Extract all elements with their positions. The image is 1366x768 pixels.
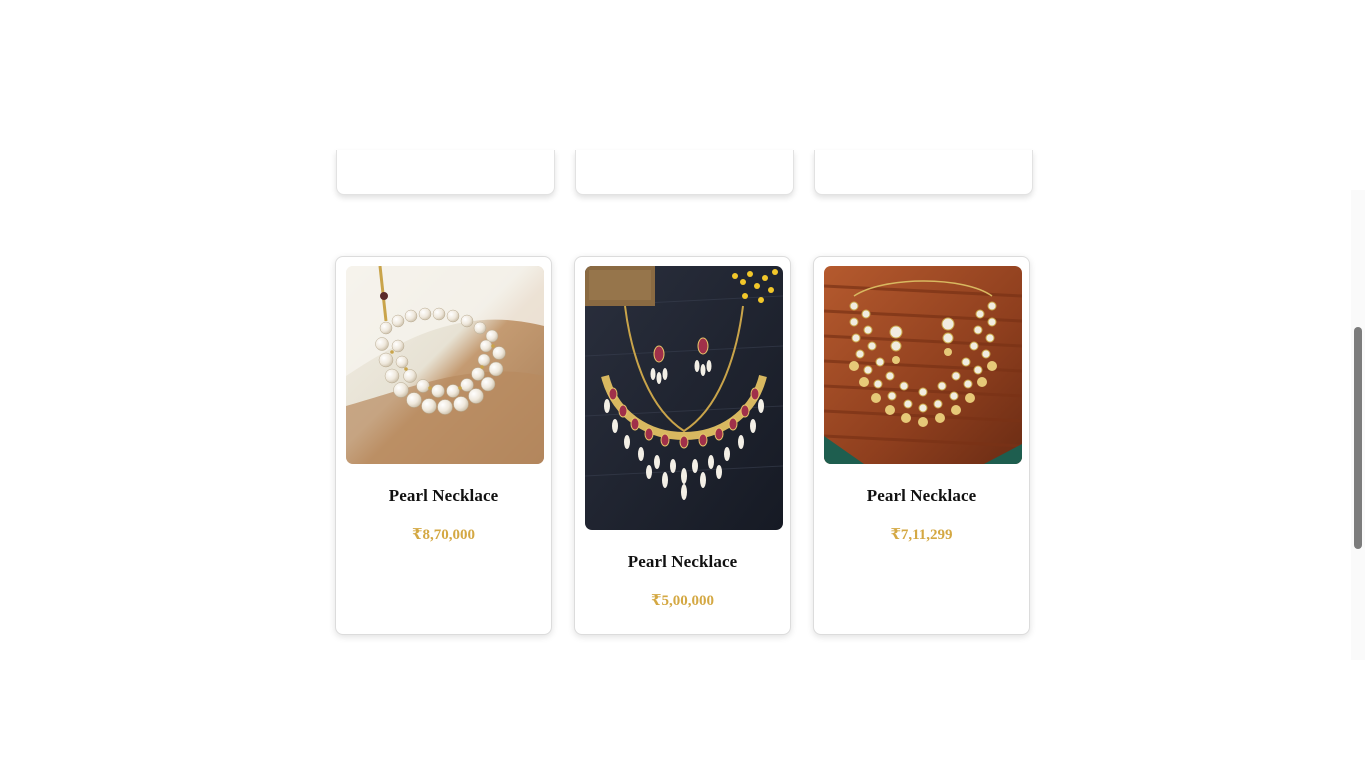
pearl-choker-necklace-image[interactable] bbox=[346, 266, 544, 464]
product-price: ₹7,11,299 bbox=[890, 527, 953, 543]
page-scrollbar[interactable] bbox=[1351, 190, 1365, 660]
product-card-partial[interactable] bbox=[336, 150, 555, 195]
ruby-pearl-necklace-image[interactable] bbox=[585, 266, 783, 530]
product-card-partial[interactable] bbox=[575, 150, 794, 195]
product-card-partial[interactable] bbox=[814, 150, 1033, 195]
product-card[interactable]: Pearl Necklace ₹7,11,299 bbox=[813, 256, 1030, 635]
product-price: ₹5,00,000 bbox=[651, 593, 714, 609]
product-price: ₹8,70,000 bbox=[412, 527, 475, 543]
scrollbar-thumb[interactable] bbox=[1354, 327, 1362, 549]
product-card[interactable]: Pearl Necklace ₹5,00,000 bbox=[574, 256, 791, 635]
product-name[interactable]: Pearl Necklace bbox=[824, 486, 1019, 506]
product-grid-page: Pearl Necklace ₹8,70,000 Pearl Necklace … bbox=[0, 0, 1366, 768]
product-card[interactable]: Pearl Necklace ₹8,70,000 bbox=[335, 256, 552, 635]
kundan-pearl-necklace-image[interactable] bbox=[824, 266, 1022, 464]
product-name[interactable]: Pearl Necklace bbox=[585, 552, 780, 572]
product-name[interactable]: Pearl Necklace bbox=[346, 486, 541, 506]
